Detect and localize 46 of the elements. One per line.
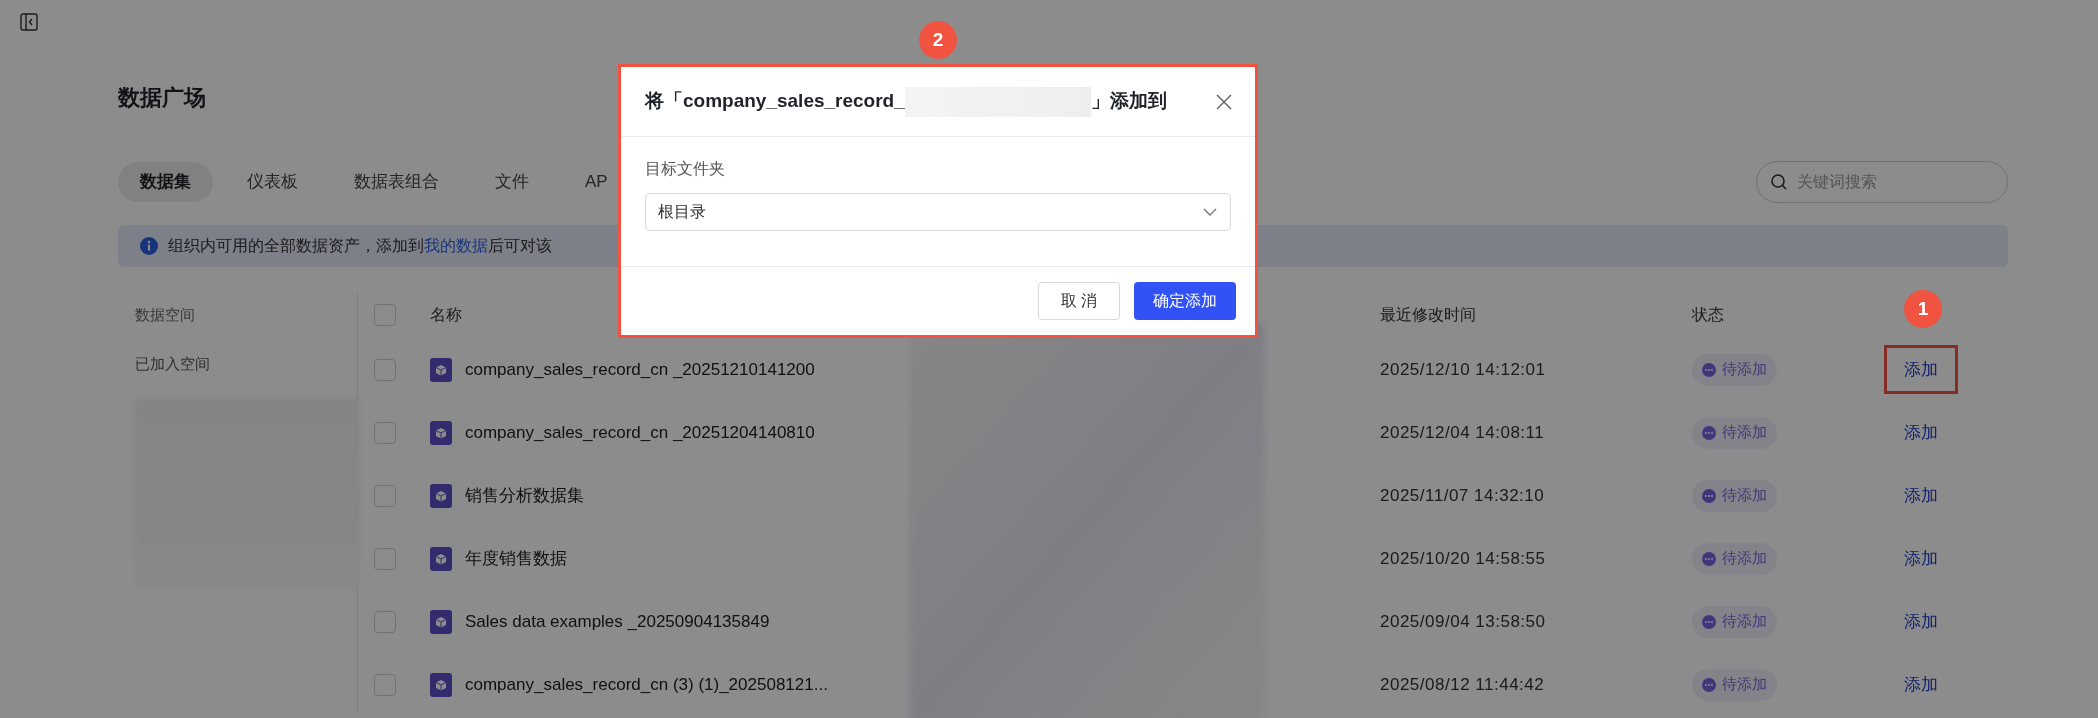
status-badge: 待添加 xyxy=(1692,668,1777,701)
status-badge: 待添加 xyxy=(1692,542,1777,575)
cancel-button[interactable]: 取 消 xyxy=(1037,282,1120,320)
add-link[interactable]: 添加 xyxy=(1884,596,1958,647)
folder-select[interactable]: 根目录 xyxy=(645,193,1231,231)
modified-time: 2025/12/10 14:12:01 xyxy=(1380,358,1546,381)
page-title: 数据广场 xyxy=(118,84,206,112)
add-link[interactable]: 添加 xyxy=(1884,470,1958,521)
step-badge: 1 xyxy=(1904,289,1942,328)
add-link[interactable]: 添加 xyxy=(1884,659,1958,710)
dataset-name[interactable]: company_sales_record_cn _20251210141200 xyxy=(465,356,815,383)
dialog-title: 」添加到 xyxy=(1090,89,1167,114)
modified-time: 2025/08/12 11:44:42 xyxy=(1380,673,1545,696)
info-text: 组织内可用的全部数据资产，添加到我的数据后可对该 xyxy=(168,236,552,257)
dataset-name[interactable]: company_sales_record_cn (3) (1)_202508121... xyxy=(465,671,828,698)
field-label: 目标文件夹 xyxy=(645,159,725,179)
status-badge: 待添加 xyxy=(1692,353,1777,386)
status-badge: 待添加 xyxy=(1692,479,1777,512)
dataset-name[interactable]: 年度销售数据 xyxy=(465,545,567,572)
filter-item[interactable]: 已加入空间 xyxy=(135,338,210,390)
confirm-button[interactable]: 确定添加 xyxy=(1134,282,1236,320)
tab[interactable]: AP xyxy=(563,162,630,202)
step-badge: 2 xyxy=(919,21,957,59)
add-link[interactable]: 添加 xyxy=(1884,533,1958,584)
status-badge: 待添加 xyxy=(1692,605,1777,638)
column-header: 状态 xyxy=(1692,305,1724,325)
add-link[interactable]: 添加 xyxy=(1884,344,1958,395)
modified-time: 2025/12/04 14:08:11 xyxy=(1380,421,1545,444)
search-field[interactable]: 关键词搜索 xyxy=(1756,161,2008,203)
column-header: 名称 xyxy=(430,305,462,325)
tab[interactable]: 数据表组合 xyxy=(332,162,461,202)
modified-time: 2025/09/04 13:58:50 xyxy=(1380,610,1546,633)
modified-time: 2025/10/20 14:58:55 xyxy=(1380,547,1546,570)
tab[interactable]: 文件 xyxy=(473,162,551,202)
dataset-name[interactable]: company_sales_record_cn _20251204140810 xyxy=(465,419,815,446)
column-header: 最近修改时间 xyxy=(1380,305,1476,325)
filter-heading: 数据空间 xyxy=(135,305,195,325)
status-badge: 待添加 xyxy=(1692,416,1777,449)
dataset-name[interactable]: 销售分析数据集 xyxy=(465,482,584,509)
modified-time: 2025/11/07 14:32:10 xyxy=(1380,484,1545,507)
dataset-name[interactable]: Sales data examples _20250904135849 xyxy=(465,608,770,635)
add-link[interactable]: 添加 xyxy=(1884,407,1958,458)
dialog-title: 将「company_sales_record_ xyxy=(645,89,905,114)
tab[interactable]: 数据集 xyxy=(118,162,213,202)
tab[interactable]: 仪表板 xyxy=(225,162,320,202)
my-data-link[interactable]: 我的数据 xyxy=(424,237,488,255)
